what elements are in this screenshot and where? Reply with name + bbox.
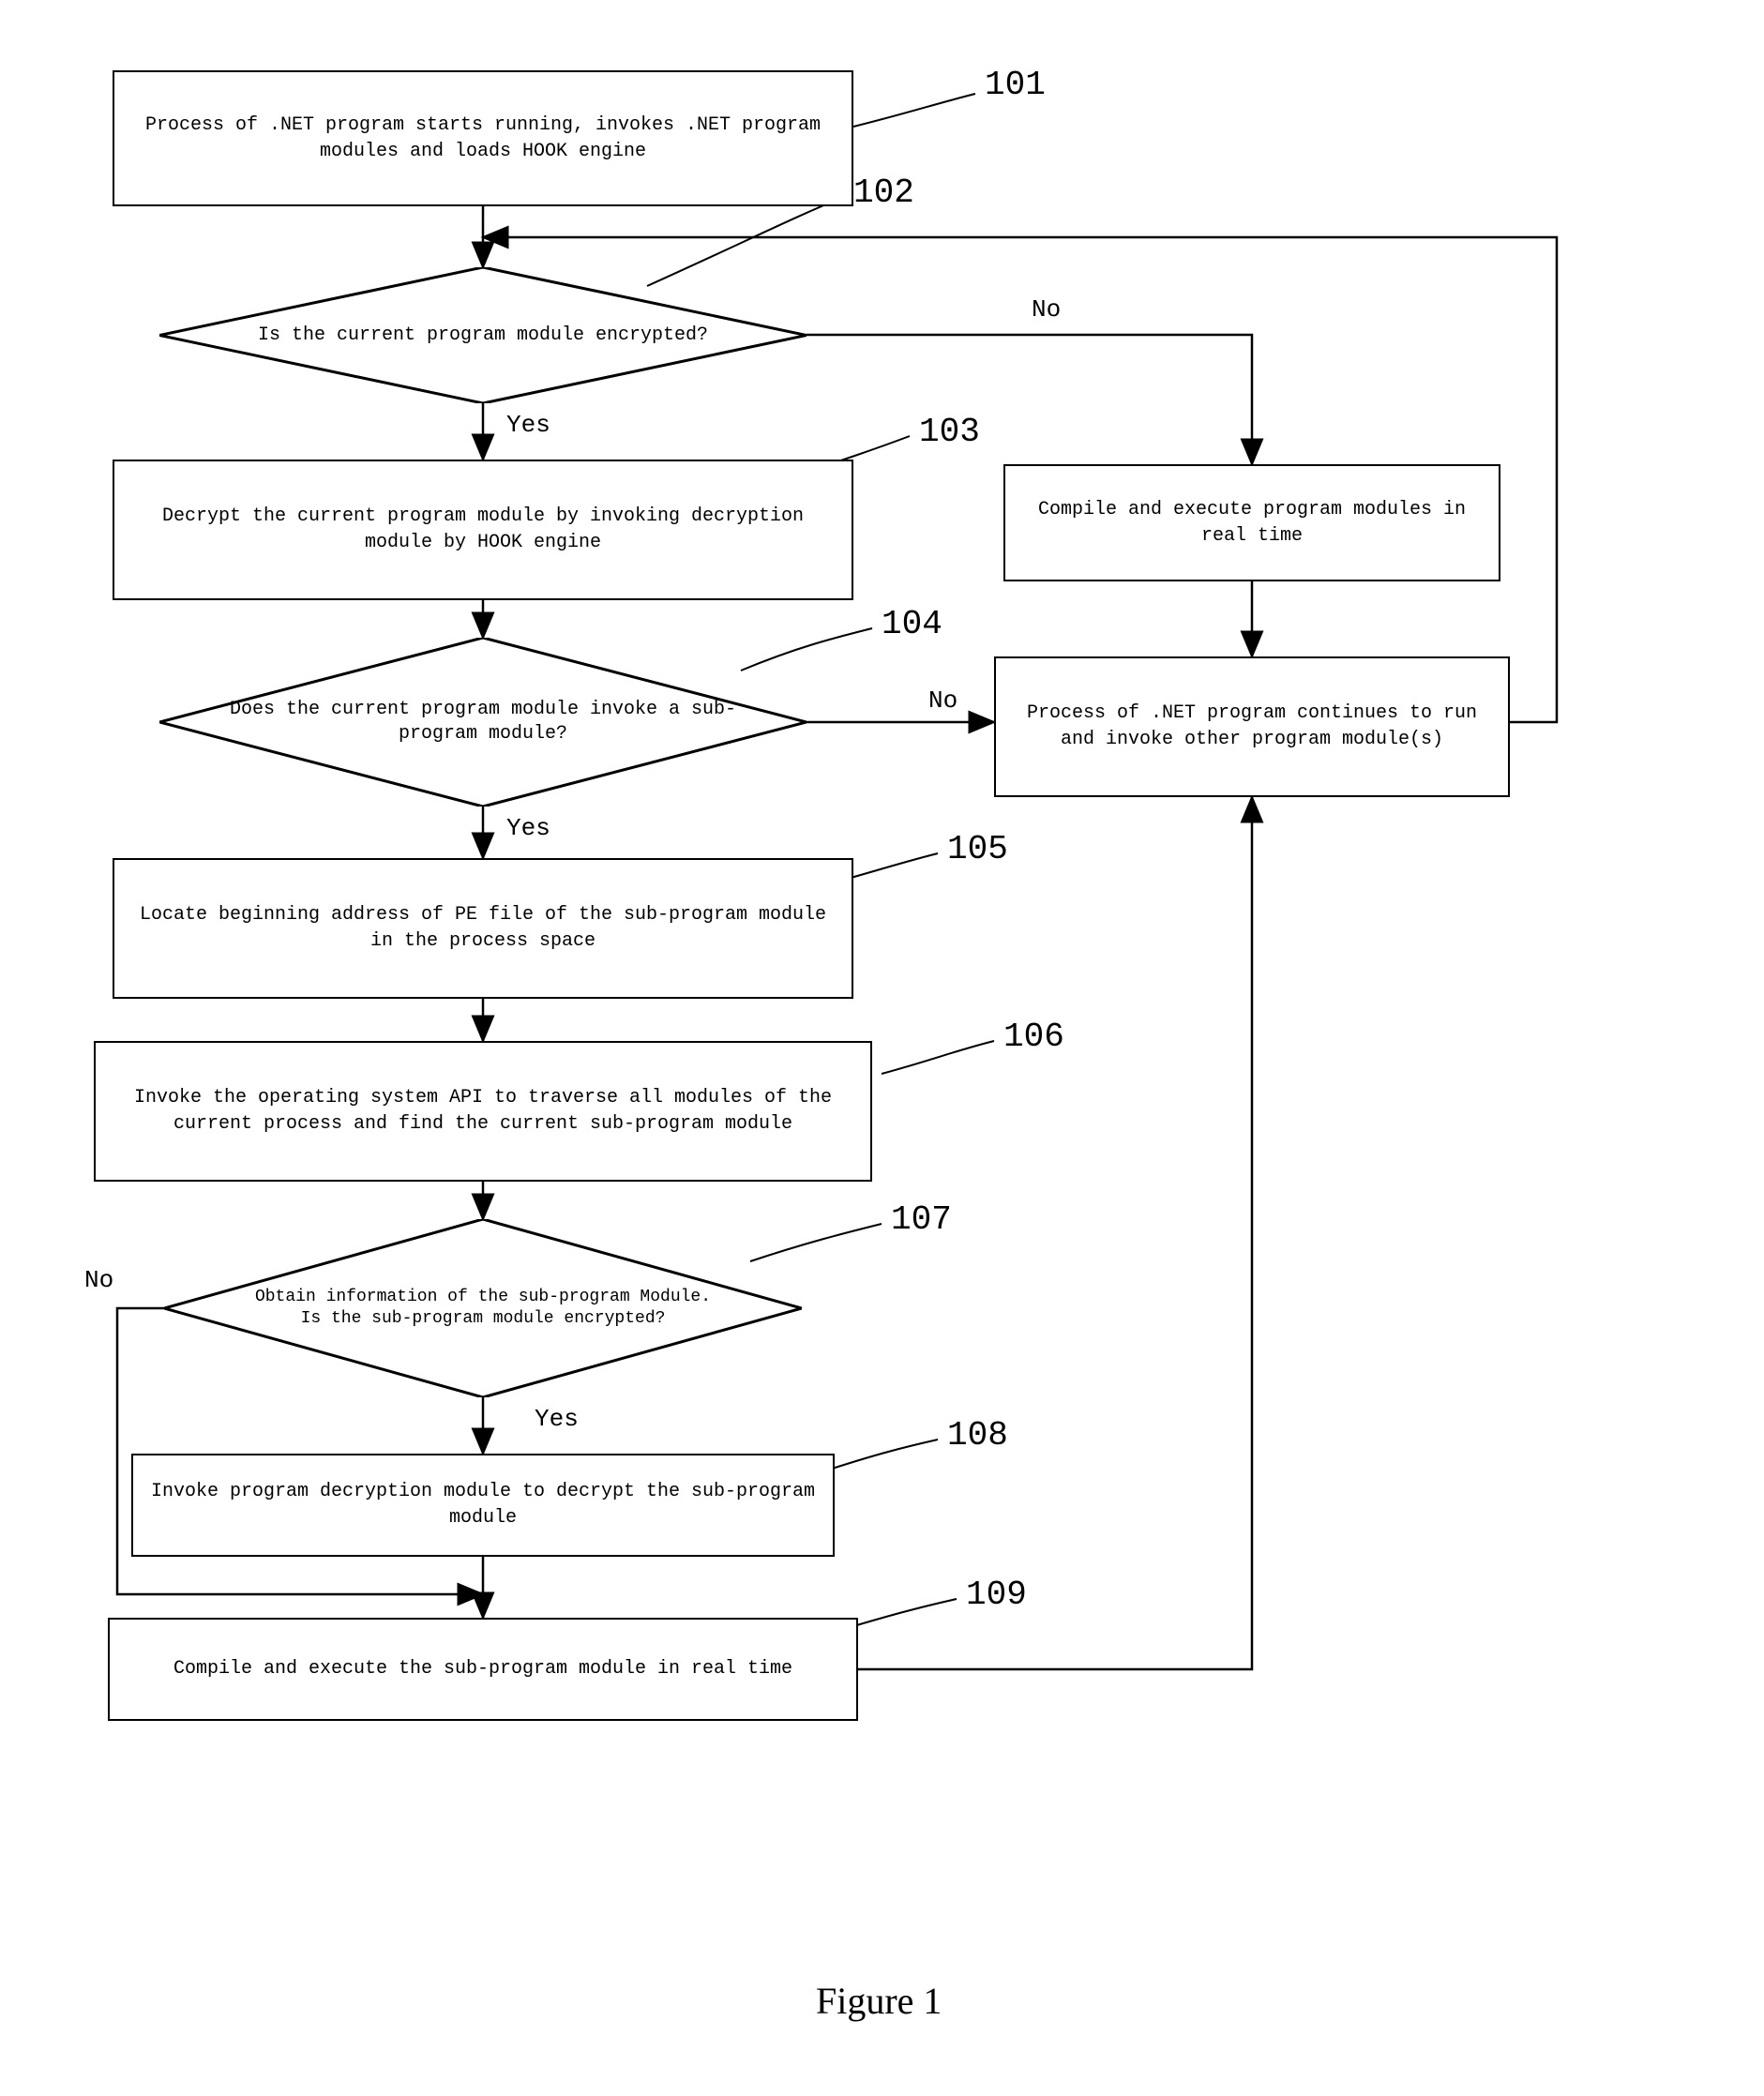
process-decrypt-sub: Invoke program decryption module to decr… [131,1454,835,1557]
n107-text: Obtain information of the sub-program Mo… [253,1287,713,1331]
n105-text: Locate beginning address of PE file of t… [128,902,838,955]
process-compile-sub: Compile and execute the sub-program modu… [108,1618,858,1721]
edge-yes-102: Yes [506,411,550,439]
edge-yes-107: Yes [535,1405,579,1433]
label-104: 104 [882,605,942,643]
edge-no-107: No [84,1266,113,1294]
n108-text: Invoke program decryption module to decr… [146,1479,820,1531]
decision-sub-encrypted: Obtain information of the sub-program Mo… [164,1219,802,1397]
right2-text: Process of .NET program continues to run… [1009,701,1495,753]
label-103: 103 [919,413,980,451]
n101-text: Process of .NET program starts running, … [128,113,838,165]
label-108: 108 [947,1416,1008,1455]
n104-text: Does the current program module invoke a… [216,698,750,746]
label-106: 106 [1003,1018,1064,1056]
label-105: 105 [947,830,1008,868]
label-107: 107 [891,1200,952,1239]
process-compile-modules: Compile and execute program modules in r… [1003,464,1500,581]
decision-invoke-sub: Does the current program module invoke a… [159,638,807,807]
label-102: 102 [853,173,914,212]
flowchart-container: Process of .NET program starts running, … [94,56,1669,1988]
decision-encrypted: Is the current program module encrypted? [159,267,807,403]
process-decrypt: Decrypt the current program module by in… [113,460,853,600]
n106-text: Invoke the operating system API to trave… [109,1085,857,1138]
n103-text: Decrypt the current program module by in… [128,504,838,556]
process-locate-pe: Locate beginning address of PE file of t… [113,858,853,999]
process-continue-run: Process of .NET program continues to run… [994,656,1510,797]
label-101: 101 [985,66,1046,104]
edge-no-104: No [928,686,957,715]
process-traverse: Invoke the operating system API to trave… [94,1041,872,1182]
n102-text: Is the current program module encrypted? [258,324,708,348]
label-109: 109 [966,1576,1027,1614]
edge-no-102: No [1032,295,1061,324]
right1-text: Compile and execute program modules in r… [1018,497,1485,550]
edge-yes-104: Yes [506,814,550,842]
n109-text: Compile and execute the sub-program modu… [173,1656,792,1682]
figure-caption: Figure 1 [816,1979,942,2023]
process-start: Process of .NET program starts running, … [113,70,853,206]
